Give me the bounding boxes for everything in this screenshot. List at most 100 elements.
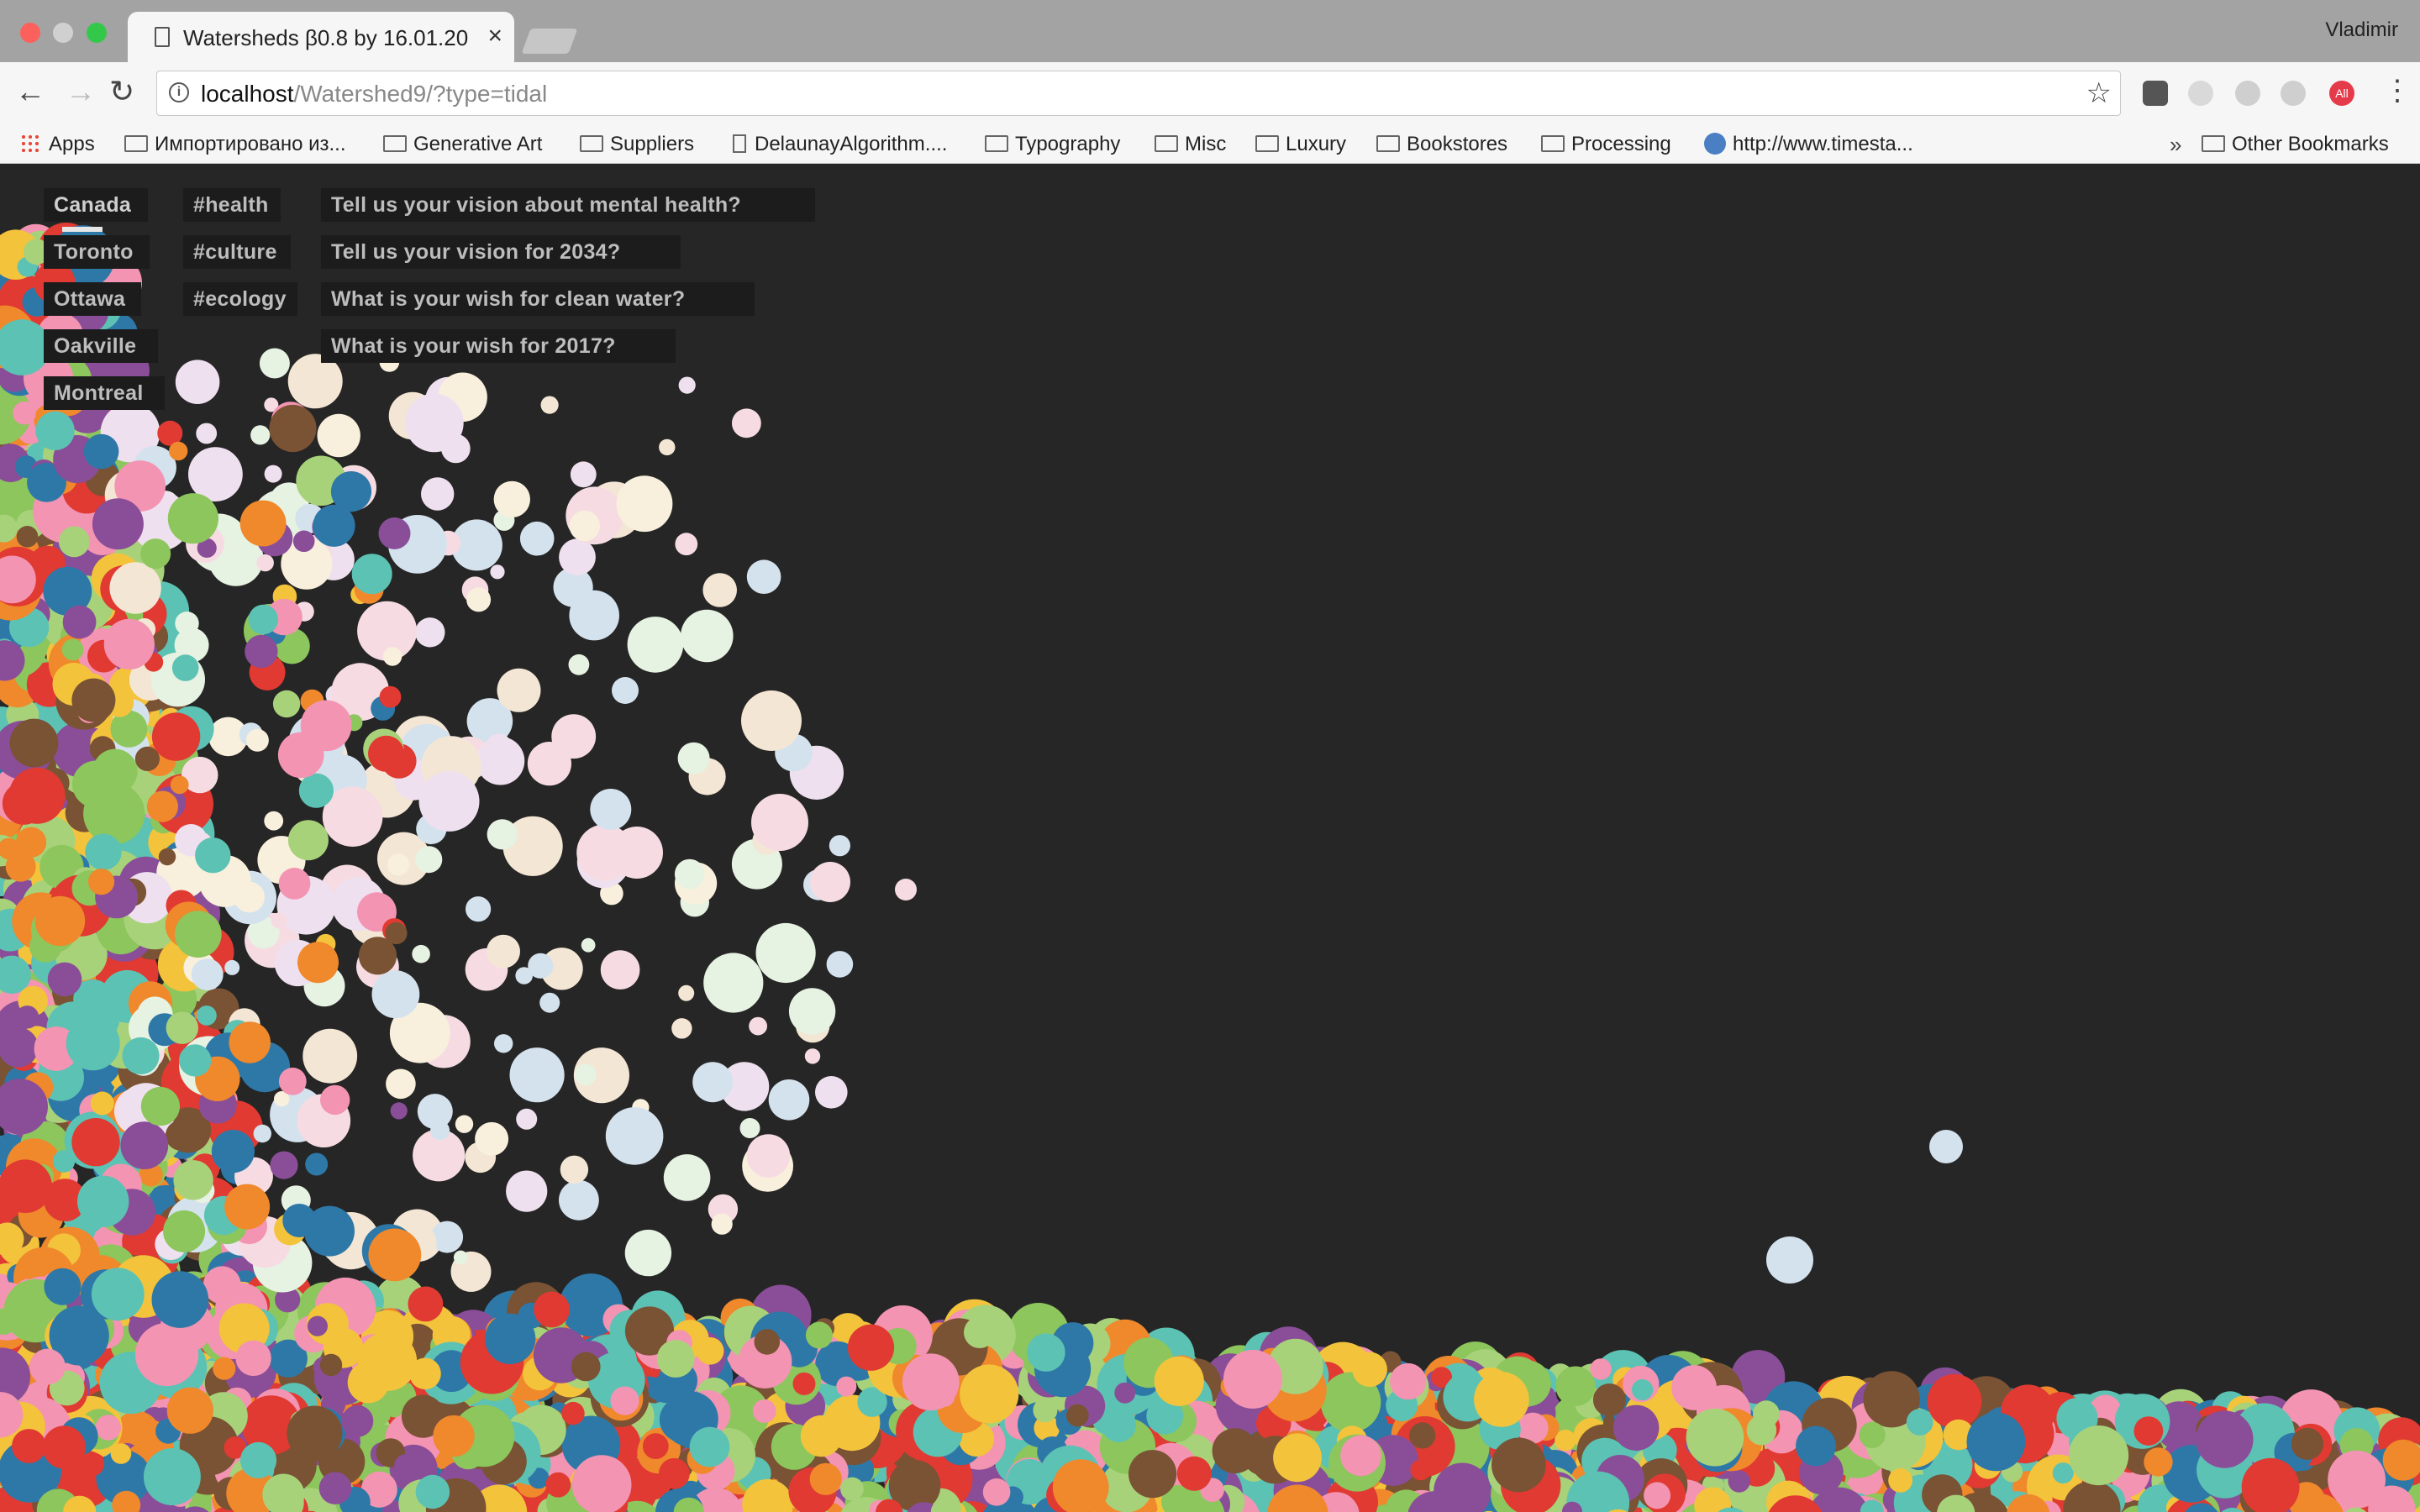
bookmark-processing[interactable]: Processing: [1541, 126, 1671, 163]
bubble-visualization[interactable]: [0, 164, 2420, 1512]
bubble: [612, 677, 639, 704]
back-arrow-icon[interactable]: ←: [15, 74, 45, 109]
bubble: [195, 837, 231, 874]
bubble: [15, 1005, 39, 1029]
url-text[interactable]: localhost/Watershed9/?type=tidal: [201, 81, 547, 108]
bubble: [368, 1228, 422, 1282]
bubble: [85, 833, 122, 870]
bubble: [271, 912, 287, 929]
bubble: [151, 1271, 209, 1328]
bubble: [278, 1068, 307, 1095]
bubble: [9, 718, 59, 768]
bubble: [387, 853, 409, 876]
minimize-window-button[interactable]: [53, 23, 73, 43]
bubble: [140, 1086, 180, 1126]
bubble: [146, 790, 178, 822]
browser-menu-icon[interactable]: ⋮: [2383, 74, 2412, 108]
bubble: [371, 970, 420, 1019]
all-extension-icon[interactable]: All: [2329, 81, 2354, 106]
bubble: [95, 1415, 121, 1441]
maximize-window-button[interactable]: [87, 23, 107, 43]
close-window-button[interactable]: [20, 23, 40, 43]
info-icon[interactable]: i: [169, 82, 189, 102]
city-ottawa[interactable]: Ottawa: [44, 282, 141, 316]
new-tab-button[interactable]: [521, 29, 578, 54]
bubble: [1686, 1408, 1744, 1467]
wsw-extension-icon[interactable]: [2188, 81, 2213, 106]
question-clean-water[interactable]: What is your wish for clean water?: [321, 282, 755, 316]
bubble: [269, 404, 317, 453]
tag-ecology[interactable]: #ecology: [183, 282, 297, 316]
bubble: [250, 425, 271, 445]
bubble: [675, 533, 698, 556]
bubble: [245, 728, 269, 752]
bookmark-apps[interactable]: Apps: [20, 126, 95, 163]
city-montreal[interactable]: Montreal: [44, 376, 165, 410]
bubble: [659, 438, 676, 456]
bubble: [203, 1266, 241, 1305]
bubble: [829, 835, 851, 857]
bubble: [642, 1433, 669, 1459]
bookmark-typography[interactable]: Typography: [985, 126, 1120, 163]
bubble: [2069, 1425, 2129, 1486]
gear-extension-icon[interactable]: [2235, 81, 2260, 106]
bubble: [408, 1286, 444, 1322]
forward-arrow-icon[interactable]: →: [66, 74, 96, 109]
bubble: [964, 1316, 996, 1348]
selected-city-indicator: [62, 227, 103, 232]
bubble: [1273, 1433, 1322, 1483]
tag-culture[interactable]: #culture: [183, 235, 291, 269]
bookmark-star-icon[interactable]: ☆: [2086, 76, 2112, 110]
question-mental-health[interactable]: Tell us your vision about mental health?: [321, 188, 815, 222]
bubble: [179, 1044, 212, 1077]
city-oakville[interactable]: Oakville: [44, 329, 158, 363]
bubble: [600, 950, 640, 990]
bookmark-other-bookmarks[interactable]: Other Bookmarks: [2202, 126, 2389, 163]
bookmark-timestamp[interactable]: http://www.timesta...: [1704, 126, 1913, 163]
bubble: [44, 1268, 82, 1305]
city-canada[interactable]: Canada: [44, 188, 148, 222]
bookmark-bookstores[interactable]: Bookstores: [1376, 126, 1507, 163]
city-toronto[interactable]: Toronto: [44, 235, 150, 269]
bubble: [1066, 1404, 1089, 1427]
bubble: [368, 735, 405, 772]
bubble: [282, 1204, 317, 1237]
bookmark-suppliers[interactable]: Suppliers: [580, 126, 694, 163]
question-wish-2017[interactable]: What is your wish for 2017?: [321, 329, 676, 363]
bubble: [259, 348, 290, 379]
drive-extension-icon[interactable]: [2281, 81, 2306, 106]
folder-icon: [580, 134, 603, 152]
bubble: [298, 773, 334, 808]
bubble: [385, 921, 408, 945]
bookmark-generative-art[interactable]: Generative Art: [383, 126, 542, 163]
tab-watersheds[interactable]: Watersheds β0.8 by 16.01.20 ×: [128, 12, 514, 62]
bubble: [656, 1340, 695, 1378]
folder-icon: [2202, 134, 2225, 152]
bubble: [158, 848, 176, 866]
bubble: [394, 1454, 417, 1477]
question-vision-2034[interactable]: Tell us your vision for 2034?: [321, 235, 681, 269]
bubble: [287, 820, 329, 861]
tab-close-icon[interactable]: ×: [487, 22, 502, 50]
bubble: [235, 1340, 271, 1377]
tag-health[interactable]: #health: [183, 188, 281, 222]
bookmark-misc[interactable]: Misc: [1155, 126, 1226, 163]
bookmark-label: Other Bookmarks: [2232, 133, 2389, 155]
bubble: [800, 1415, 843, 1457]
bubble: [2052, 1462, 2074, 1484]
bubble: [702, 573, 737, 607]
profile-name[interactable]: Vladimir: [2325, 18, 2398, 42]
reload-icon[interactable]: ↻: [109, 74, 134, 109]
bubble: [1728, 1470, 1750, 1493]
bubble: [173, 1160, 213, 1200]
bubble: [91, 1268, 145, 1321]
bookmarks-bar: Apps Импортировано из... Generative Art …: [0, 126, 2420, 164]
bookmarks-overflow-chevron-icon[interactable]: »: [2170, 126, 2181, 163]
bubble: [151, 712, 201, 761]
pocket-extension-icon[interactable]: [2143, 81, 2168, 106]
bookmark-luxury[interactable]: Luxury: [1255, 126, 1346, 163]
bookmark-imported[interactable]: Импортировано из...: [124, 126, 346, 163]
bookmark-delaunay[interactable]: DelaunayAlgorithm....: [733, 126, 947, 163]
bubble: [659, 1457, 690, 1489]
address-bar[interactable]: i localhost/Watershed9/?type=tidal ☆: [156, 71, 2121, 116]
